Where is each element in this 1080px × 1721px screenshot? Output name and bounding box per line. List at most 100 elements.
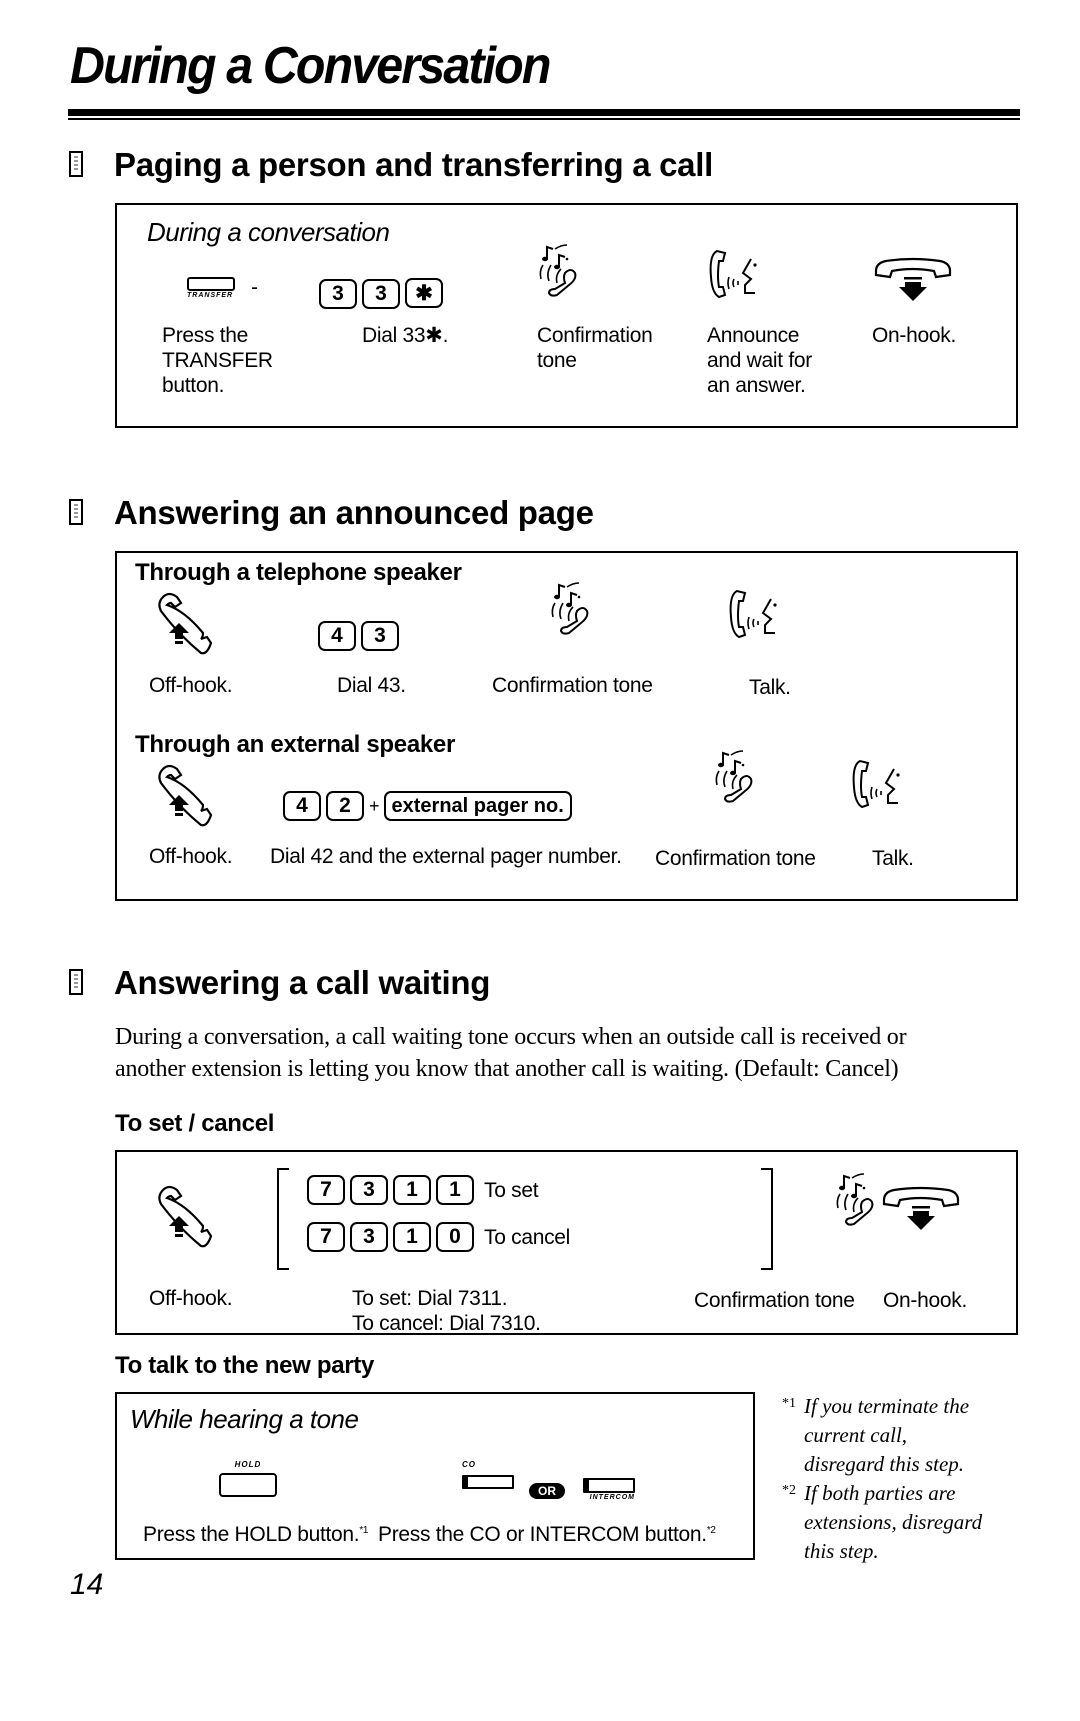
footnotes: *1 If you terminate the current call, di…	[782, 1392, 1032, 1566]
section-title-announced-page: Answering an announced page	[114, 494, 594, 531]
key-3: 3	[350, 1222, 388, 1252]
footnote-ref-1: *1	[359, 1525, 369, 1536]
key-3: 3	[319, 278, 357, 309]
title-rule	[68, 109, 1020, 116]
section-marker-icon	[69, 499, 83, 525]
talk-icon	[709, 249, 759, 299]
footnote-line: this step.	[804, 1539, 879, 1563]
dial-keys-42-pager: 4 2 + external pager no.	[283, 791, 577, 821]
key-4: 4	[318, 621, 356, 651]
dial-keys-43: 43	[318, 621, 404, 651]
bracket-right	[761, 1168, 773, 1270]
confirmation-tone-icon	[535, 244, 579, 299]
off-hook-icon	[155, 764, 215, 827]
transfer-button-icon: TRANSFER	[187, 277, 235, 299]
footnote-line: If both parties are	[804, 1481, 956, 1505]
key-3: 3	[350, 1175, 388, 1205]
on-hook-label: On-hook.	[883, 1289, 967, 1312]
footnote-line: current call,	[804, 1423, 908, 1447]
key-1: 1	[436, 1175, 474, 1205]
step-label: Talk.	[872, 847, 914, 870]
key-star: ✱	[405, 278, 443, 308]
step-label: Press the TRANSFER button.	[162, 324, 273, 397]
step-label: Off-hook.	[149, 674, 233, 697]
confirmation-tone-icon	[711, 750, 755, 805]
section-title-paging: Paging a person and transferring a call	[114, 146, 713, 183]
subtitle-external-speaker: Through an external speaker	[135, 731, 456, 758]
step-label: Announce and wait for an answer.	[707, 324, 812, 397]
step-label: Dial 42 and the external pager number.	[270, 845, 622, 868]
section-title-call-waiting: Answering a call waiting	[114, 964, 491, 1001]
announced-page-box: Through a telephone speaker 43 Off-hook.…	[115, 551, 1018, 901]
footnote-mark: *2	[782, 1483, 796, 1498]
step-label: Confirmation tone	[655, 847, 816, 870]
key-4: 4	[283, 791, 321, 821]
to-set-label: To set	[484, 1178, 539, 1202]
key-1: 1	[393, 1175, 431, 1205]
key-1: 1	[393, 1222, 431, 1252]
hold-instruction: Press the HOLD button.*1	[143, 1518, 368, 1547]
dial-keys-7311: 7311 To set	[307, 1175, 539, 1205]
key-2: 2	[326, 791, 364, 821]
step-label: Confirmation tone	[537, 324, 653, 372]
confirmation-tone-label: Confirmation tone	[694, 1289, 855, 1312]
footnote-1: *1 If you terminate the current call, di…	[782, 1392, 1032, 1479]
step-label: On-hook.	[872, 324, 956, 347]
subtitle-telephone-speaker: Through a telephone speaker	[135, 559, 462, 586]
set-cancel-box: 7311 To set 7310 To cancel Off-hook. To …	[115, 1150, 1018, 1335]
or-badge: OR	[529, 1483, 565, 1499]
step-label: Dial 43.	[337, 674, 406, 697]
title-rule-thin	[68, 118, 1020, 120]
dash: -	[251, 276, 258, 299]
footnote-mark: *1	[782, 1396, 796, 1411]
section-marker-icon	[69, 151, 83, 177]
step-label: Dial 33✱.	[362, 324, 449, 347]
dial-keys-33star: 3 3 ✱	[319, 278, 448, 309]
off-hook-icon	[155, 1185, 215, 1248]
key-3: 3	[361, 621, 399, 651]
dial-set-label: To set: Dial 7311.	[352, 1287, 508, 1310]
hold-label: Press the HOLD button.	[143, 1523, 360, 1546]
step-label: Talk.	[749, 676, 791, 699]
footnote-line: extensions, disregard	[804, 1510, 983, 1534]
call-waiting-description-line2: another extension is letting you know th…	[115, 1056, 899, 1082]
subtitle-while-hearing-tone: While hearing a tone	[130, 1404, 359, 1434]
section-marker-icon	[69, 969, 83, 995]
intercom-button-icon: INTERCOM	[583, 1478, 635, 1501]
on-hook-icon	[882, 1186, 962, 1232]
footnote-line: If you terminate the	[804, 1394, 970, 1418]
co-label: Press the CO or INTERCOM button.	[378, 1523, 707, 1546]
key-7: 7	[307, 1222, 345, 1252]
heading-set-cancel: To set / cancel	[115, 1110, 275, 1137]
co-button-icon: CO	[462, 1460, 514, 1489]
key-external-pager-number: external pager no.	[383, 791, 572, 821]
talk-icon	[852, 759, 902, 809]
call-waiting-description-line1: During a conversation, a call waiting to…	[115, 1024, 907, 1050]
on-hook-icon	[874, 257, 954, 303]
talk-icon	[729, 589, 779, 639]
confirmation-tone-icon	[547, 582, 591, 637]
off-hook-icon	[155, 592, 215, 655]
footnote-ref-2: *2	[706, 1525, 716, 1536]
key-0: 0	[436, 1222, 474, 1252]
footnote-line: disregard this step.	[804, 1452, 965, 1476]
confirmation-tone-icon	[832, 1173, 876, 1228]
bracket-left	[277, 1168, 289, 1270]
page-number: 14	[70, 1568, 104, 1601]
key-7: 7	[307, 1175, 345, 1205]
key-3: 3	[362, 278, 400, 309]
dial-keys-7310: 7310 To cancel	[307, 1222, 570, 1252]
page-title: During a Conversation	[70, 37, 551, 95]
step-label: Off-hook.	[149, 845, 233, 868]
off-hook-label: Off-hook.	[149, 1287, 233, 1310]
to-cancel-label: To cancel	[484, 1225, 571, 1249]
new-party-box: While hearing a tone HOLD CO OR INTERCOM…	[115, 1392, 755, 1560]
co-intercom-instruction: Press the CO or INTERCOM button.*2	[378, 1518, 716, 1547]
step-label: Confirmation tone	[492, 674, 653, 697]
hold-button-icon: HOLD	[219, 1460, 277, 1497]
plus-sign: +	[369, 795, 380, 816]
footnote-2: *2 If both parties are extensions, disre…	[782, 1479, 1032, 1566]
paging-procedure-box: During a conversation TRANSFER - 3 3 ✱ Pre…	[115, 203, 1018, 428]
heading-new-party: To talk to the new party	[115, 1352, 375, 1379]
dial-cancel-label: To cancel: Dial 7310.	[352, 1312, 541, 1335]
